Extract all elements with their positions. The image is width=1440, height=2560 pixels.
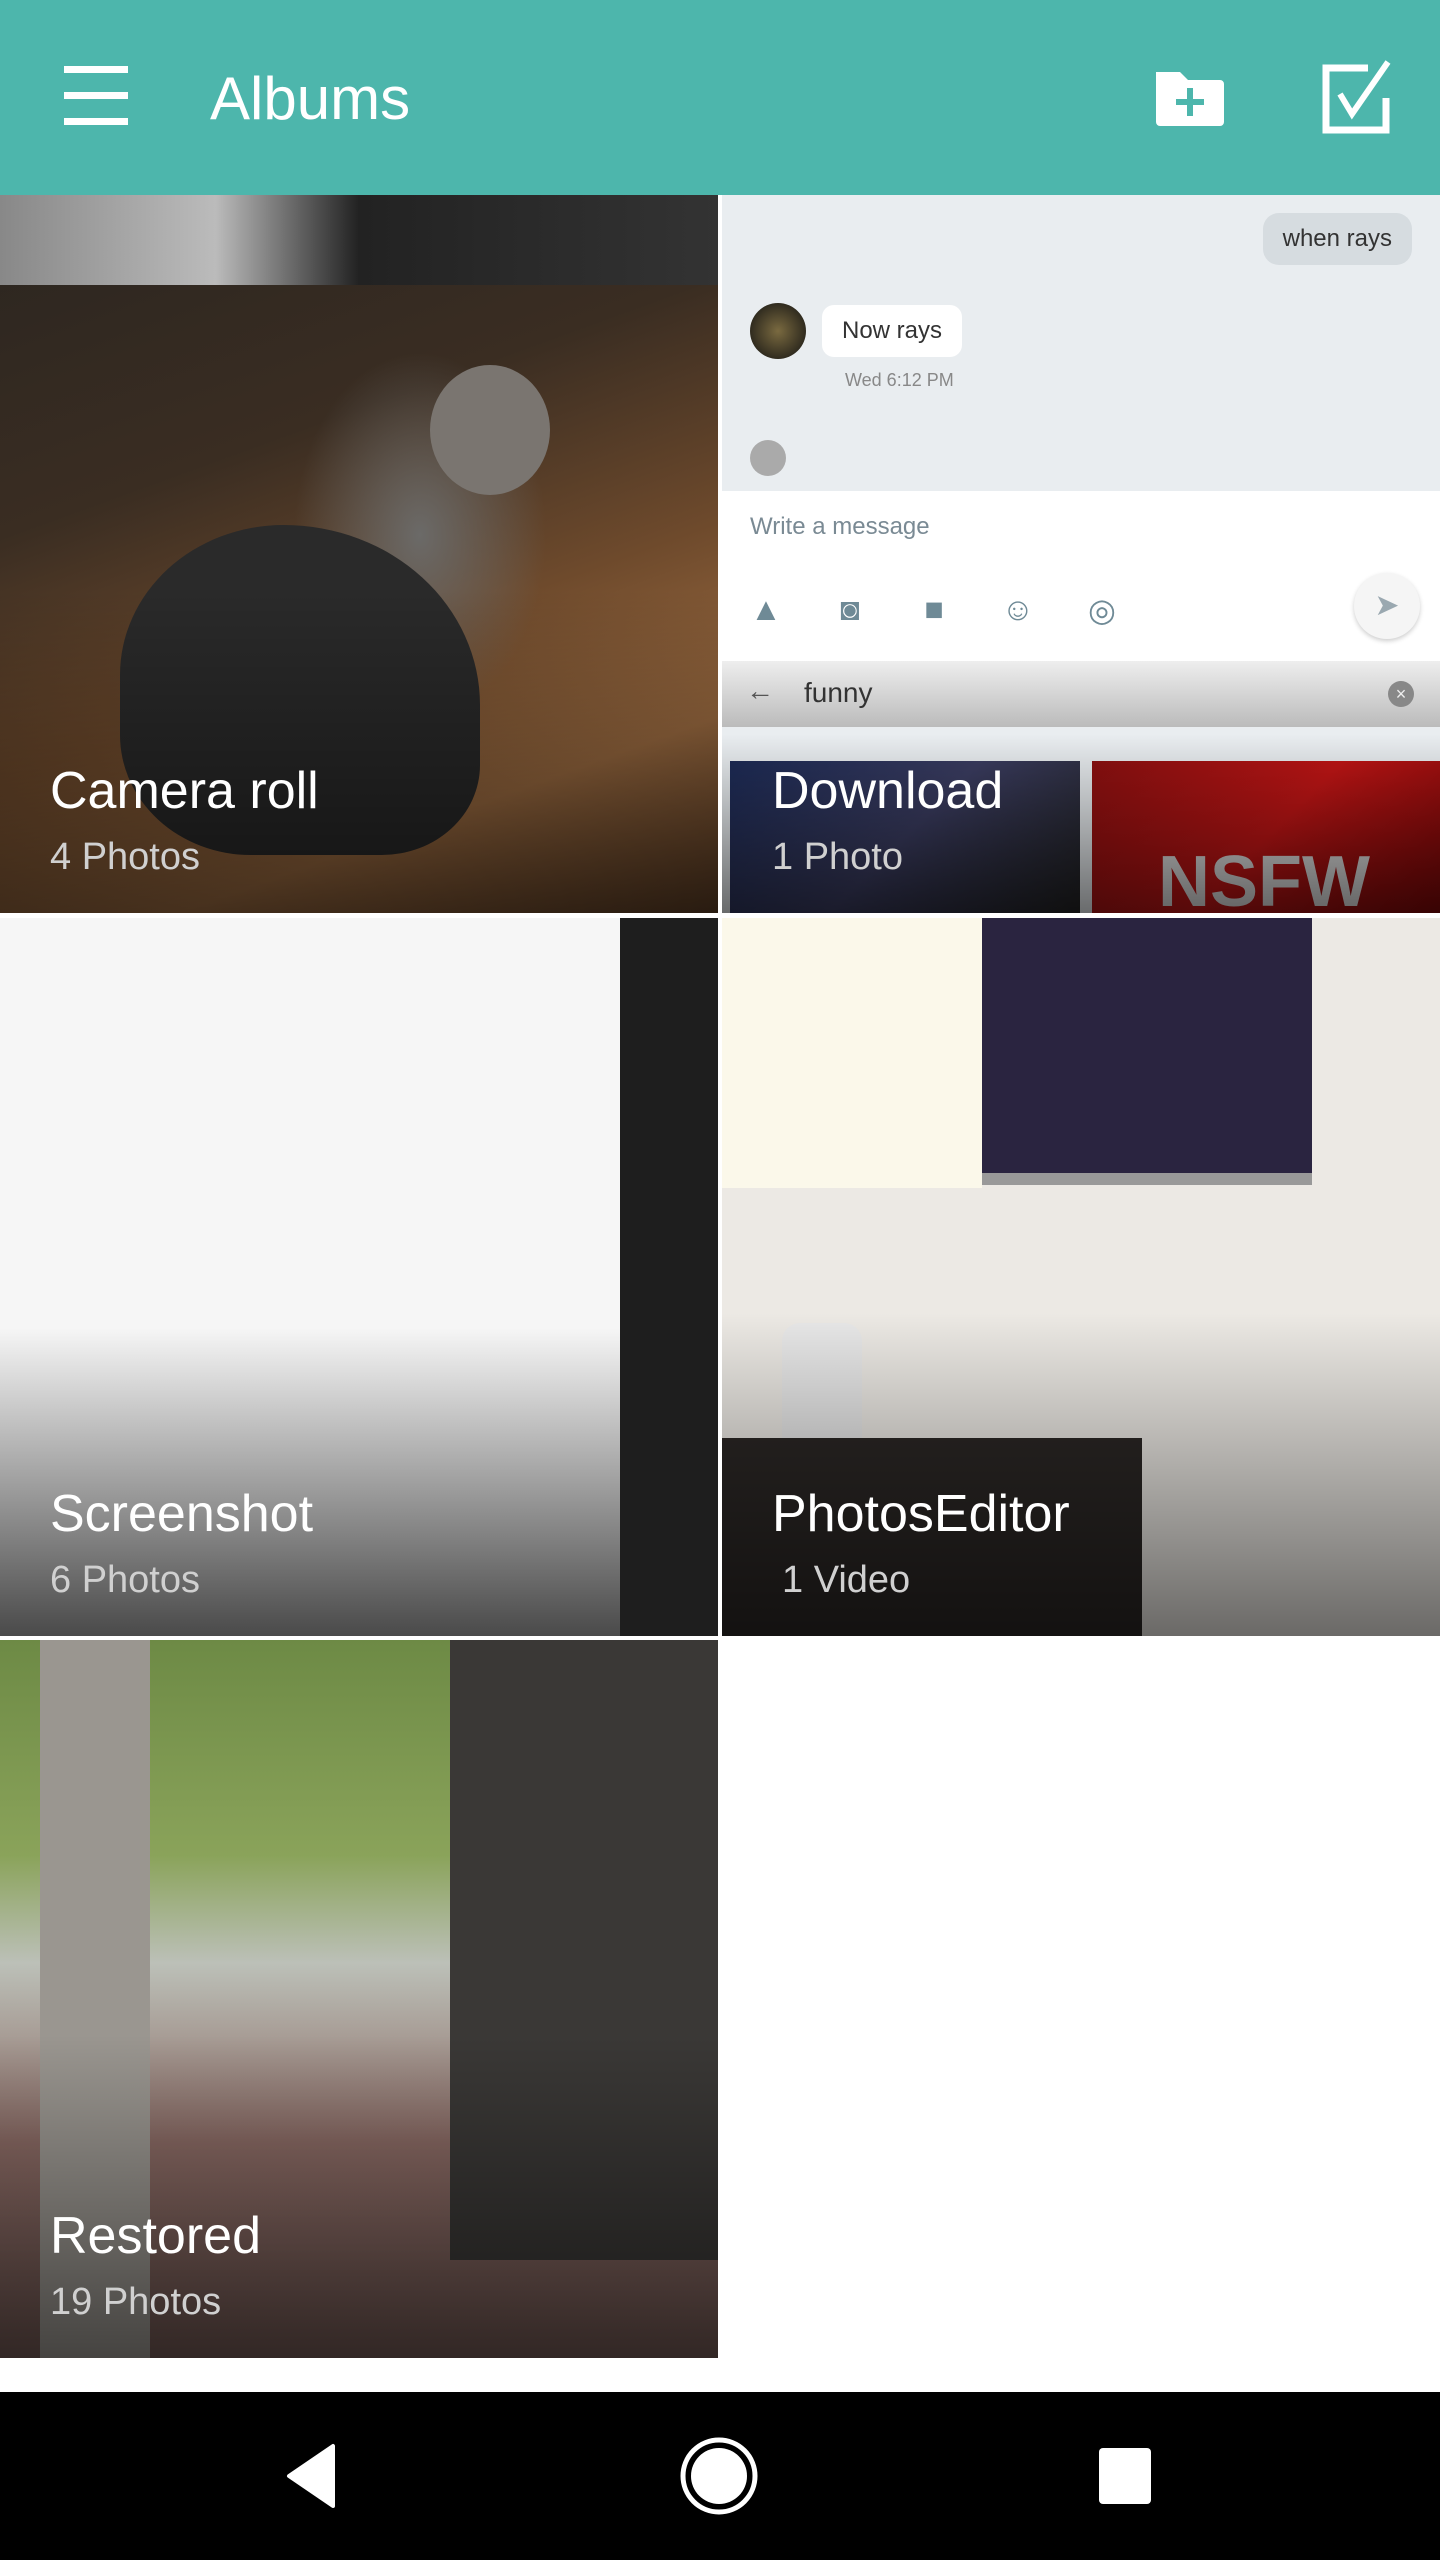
- clear-icon: ×: [1388, 681, 1414, 707]
- album-tile-photoseditor[interactable]: PhotosEditor 1 Video: [722, 918, 1440, 1636]
- album-name: Download: [772, 762, 1004, 820]
- album-count: 19 Photos: [50, 2281, 222, 2323]
- album-count: 6 Photos: [50, 1559, 200, 1601]
- message-composer: Write a message ▲ ◙ ■ ☺ ◎ ➤: [722, 491, 1440, 661]
- thumbnail-background: [722, 918, 982, 1188]
- cat-head-image: [430, 365, 550, 495]
- hamburger-menu-icon[interactable]: [62, 66, 132, 126]
- tv-image: [982, 918, 1312, 1185]
- album-count: 4 Photos: [50, 836, 200, 878]
- read-receipt-avatar: [750, 440, 786, 476]
- album-count: 1 Video: [782, 1559, 911, 1601]
- album-tile-download[interactable]: when rays Now rays Wed 6:12 PM Write a m…: [722, 195, 1440, 913]
- composer-placeholder: Write a message: [750, 513, 930, 540]
- send-icon: ➤: [1354, 573, 1420, 639]
- camera-icon: ◙: [840, 591, 860, 627]
- incoming-message: Now rays: [822, 305, 963, 357]
- back-icon[interactable]: [275, 2436, 355, 2516]
- album-tile-restored[interactable]: Restored 19 Photos: [0, 1640, 718, 2358]
- album-count: 1 Photo: [772, 836, 903, 878]
- image-icon: ▲: [750, 591, 782, 627]
- arrow-back-icon: ←: [746, 675, 774, 706]
- create-new-folder-icon[interactable]: [1150, 58, 1230, 138]
- page-title: Albums: [210, 65, 411, 132]
- thumbnail-background: [620, 918, 718, 1636]
- album-name: Screenshot: [50, 1485, 314, 1543]
- avatar: [750, 303, 806, 359]
- message-time: Wed 6:12 PM: [845, 370, 954, 390]
- recents-icon[interactable]: [1086, 2436, 1166, 2516]
- home-icon[interactable]: [679, 2436, 759, 2516]
- video-icon: ■: [924, 591, 944, 627]
- album-name: Restored: [50, 2207, 261, 2265]
- gif-search-query: funny: [804, 677, 873, 708]
- location-icon: ◎: [1088, 592, 1116, 628]
- album-name: Camera roll: [50, 762, 319, 820]
- sticker-icon: ☺: [1001, 591, 1035, 627]
- thumbnail-background: [0, 195, 718, 285]
- album-tile-screenshot[interactable]: Screenshot 6 Photos: [0, 918, 718, 1636]
- album-tile-camera-roll[interactable]: Camera roll 4 Photos: [0, 195, 718, 913]
- gif-search-bar: ← funny ×: [722, 661, 1440, 727]
- outgoing-message: when rays: [1262, 213, 1412, 265]
- album-name: PhotosEditor: [772, 1485, 1070, 1543]
- check-box-icon[interactable]: [1316, 58, 1396, 138]
- app-toolbar: Albums: [0, 0, 1440, 195]
- system-navigation-bar: [0, 2392, 1440, 2560]
